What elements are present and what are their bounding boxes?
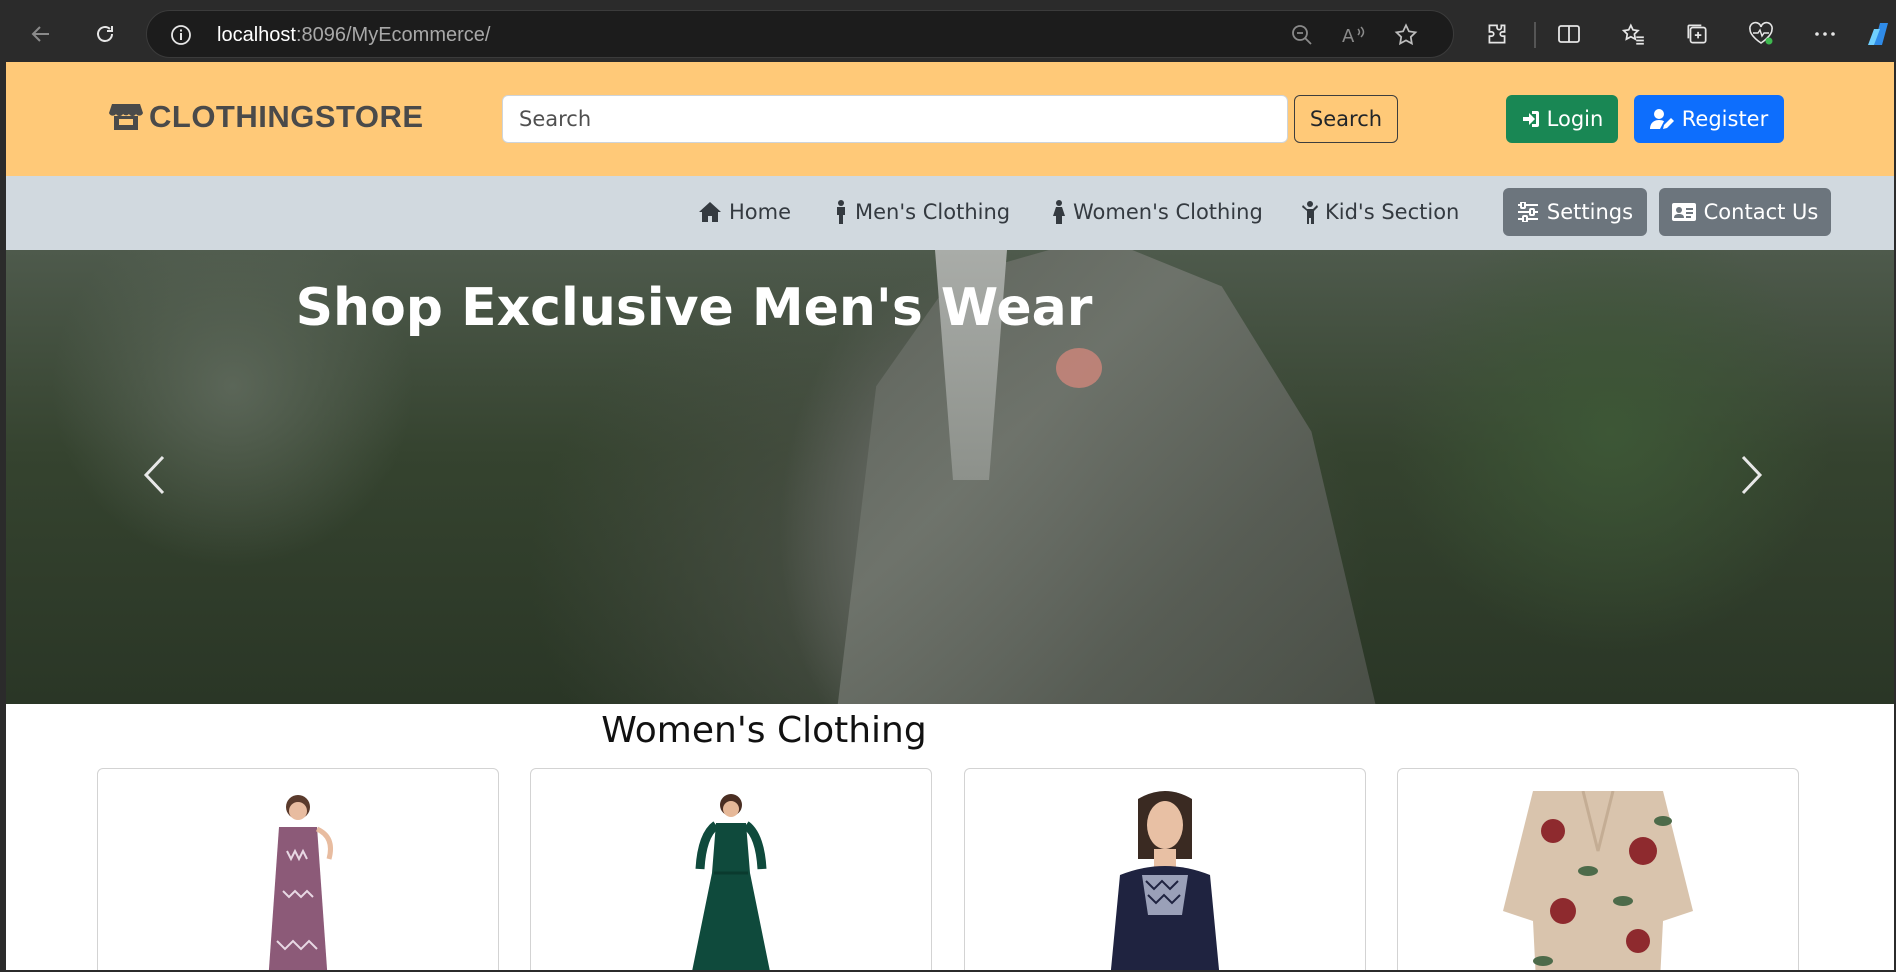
carousel-prev-button[interactable] <box>134 450 174 500</box>
store-icon <box>109 104 143 130</box>
product-card[interactable] <box>964 768 1366 970</box>
settings-label: Settings <box>1546 200 1634 224</box>
favorite-star-icon[interactable] <box>1392 21 1420 49</box>
zoom-out-icon[interactable] <box>1288 21 1316 49</box>
search-button[interactable]: Search <box>1294 95 1398 143</box>
collections-button[interactable] <box>1676 13 1718 55</box>
register-label: Register <box>1681 107 1769 131</box>
heart-pulse-icon <box>1749 21 1773 45</box>
back-button[interactable] <box>20 13 62 55</box>
split-screen-button[interactable] <box>1548 13 1590 55</box>
chevron-right-icon <box>1741 455 1763 495</box>
site-header: CLOTHINGSTORE Search Login Register <box>6 62 1894 176</box>
product-card[interactable] <box>1397 768 1799 970</box>
refresh-button[interactable] <box>84 13 126 55</box>
web-page: CLOTHINGSTORE Search Login Register Home… <box>6 62 1894 970</box>
main-navbar: Home Men's Clothing Women's Clothing Kid… <box>6 176 1894 250</box>
nav-kids-section[interactable]: Kid's Section <box>1302 200 1459 224</box>
nav-mens-clothing[interactable]: Men's Clothing <box>834 200 1010 224</box>
browser-toolbar: localhost:8096/MyEcommerce/ A <box>0 0 1896 62</box>
nav-womens-label: Women's Clothing <box>1073 200 1263 224</box>
woman-icon <box>1053 200 1065 224</box>
product-image-top <box>1110 791 1220 970</box>
refresh-icon <box>97 26 113 42</box>
address-bar[interactable]: localhost:8096/MyEcommerce/ A <box>146 10 1454 58</box>
product-card[interactable] <box>97 768 499 970</box>
hero-title: Shop Exclusive Men's Wear <box>295 278 1093 338</box>
puzzle-icon <box>1488 24 1506 44</box>
login-label: Login <box>1546 107 1604 131</box>
nav-kids-label: Kid's Section <box>1325 200 1460 224</box>
section-title: Women's Clothing <box>601 710 927 751</box>
svg-text:A: A <box>1342 26 1355 47</box>
extensions-button[interactable] <box>1476 13 1518 55</box>
product-image-floral-shirt <box>1503 791 1693 970</box>
more-menu-button[interactable] <box>1804 13 1846 55</box>
more-dots-icon <box>1815 32 1835 36</box>
product-image-dress <box>692 794 770 970</box>
split-screen-icon <box>1558 25 1580 43</box>
product-card[interactable] <box>530 768 932 970</box>
nav-womens-clothing[interactable]: Women's Clothing <box>1052 200 1263 224</box>
site-info-icon[interactable] <box>167 21 195 49</box>
man-icon <box>837 200 845 224</box>
contact-card-icon <box>1671 203 1696 221</box>
copilot-button[interactable] <box>1862 13 1896 55</box>
login-button[interactable]: Login <box>1506 95 1618 143</box>
hero-image-boutonniere <box>1056 348 1102 388</box>
toolbar-divider <box>1534 22 1536 48</box>
copilot-icon <box>1868 23 1888 45</box>
login-icon <box>1522 111 1539 127</box>
browser-essentials-button[interactable] <box>1740 13 1782 55</box>
settings-button[interactable]: Settings <box>1503 188 1647 236</box>
read-aloud-icon[interactable]: A <box>1340 21 1368 49</box>
brand-name: CLOTHINGSTORE <box>149 99 424 134</box>
collections-icon <box>1687 24 1707 44</box>
carousel-next-button[interactable] <box>1732 450 1772 500</box>
register-button[interactable]: Register <box>1634 95 1784 143</box>
user-pen-icon <box>1649 109 1674 129</box>
hero-carousel: Shop Exclusive Men's Wear <box>6 250 1894 704</box>
brand-logo[interactable]: CLOTHINGSTORE <box>109 99 424 135</box>
search-input[interactable] <box>502 95 1288 143</box>
url-text: localhost:8096/MyEcommerce/ <box>217 24 491 46</box>
favorites-list-icon <box>1621 23 1644 45</box>
product-image-kurta <box>268 795 333 970</box>
contact-us-button[interactable]: Contact Us <box>1659 188 1831 236</box>
home-icon <box>699 202 721 222</box>
favorites-button[interactable] <box>1612 13 1654 55</box>
nav-mens-label: Men's Clothing <box>855 200 1011 224</box>
nav-home-label: Home <box>729 200 792 224</box>
child-icon <box>1302 201 1318 224</box>
back-arrow-icon <box>31 26 49 42</box>
nav-home[interactable]: Home <box>698 200 791 224</box>
sliders-icon <box>1517 202 1538 222</box>
contact-us-label: Contact Us <box>1703 200 1819 224</box>
chevron-left-icon <box>143 455 165 495</box>
